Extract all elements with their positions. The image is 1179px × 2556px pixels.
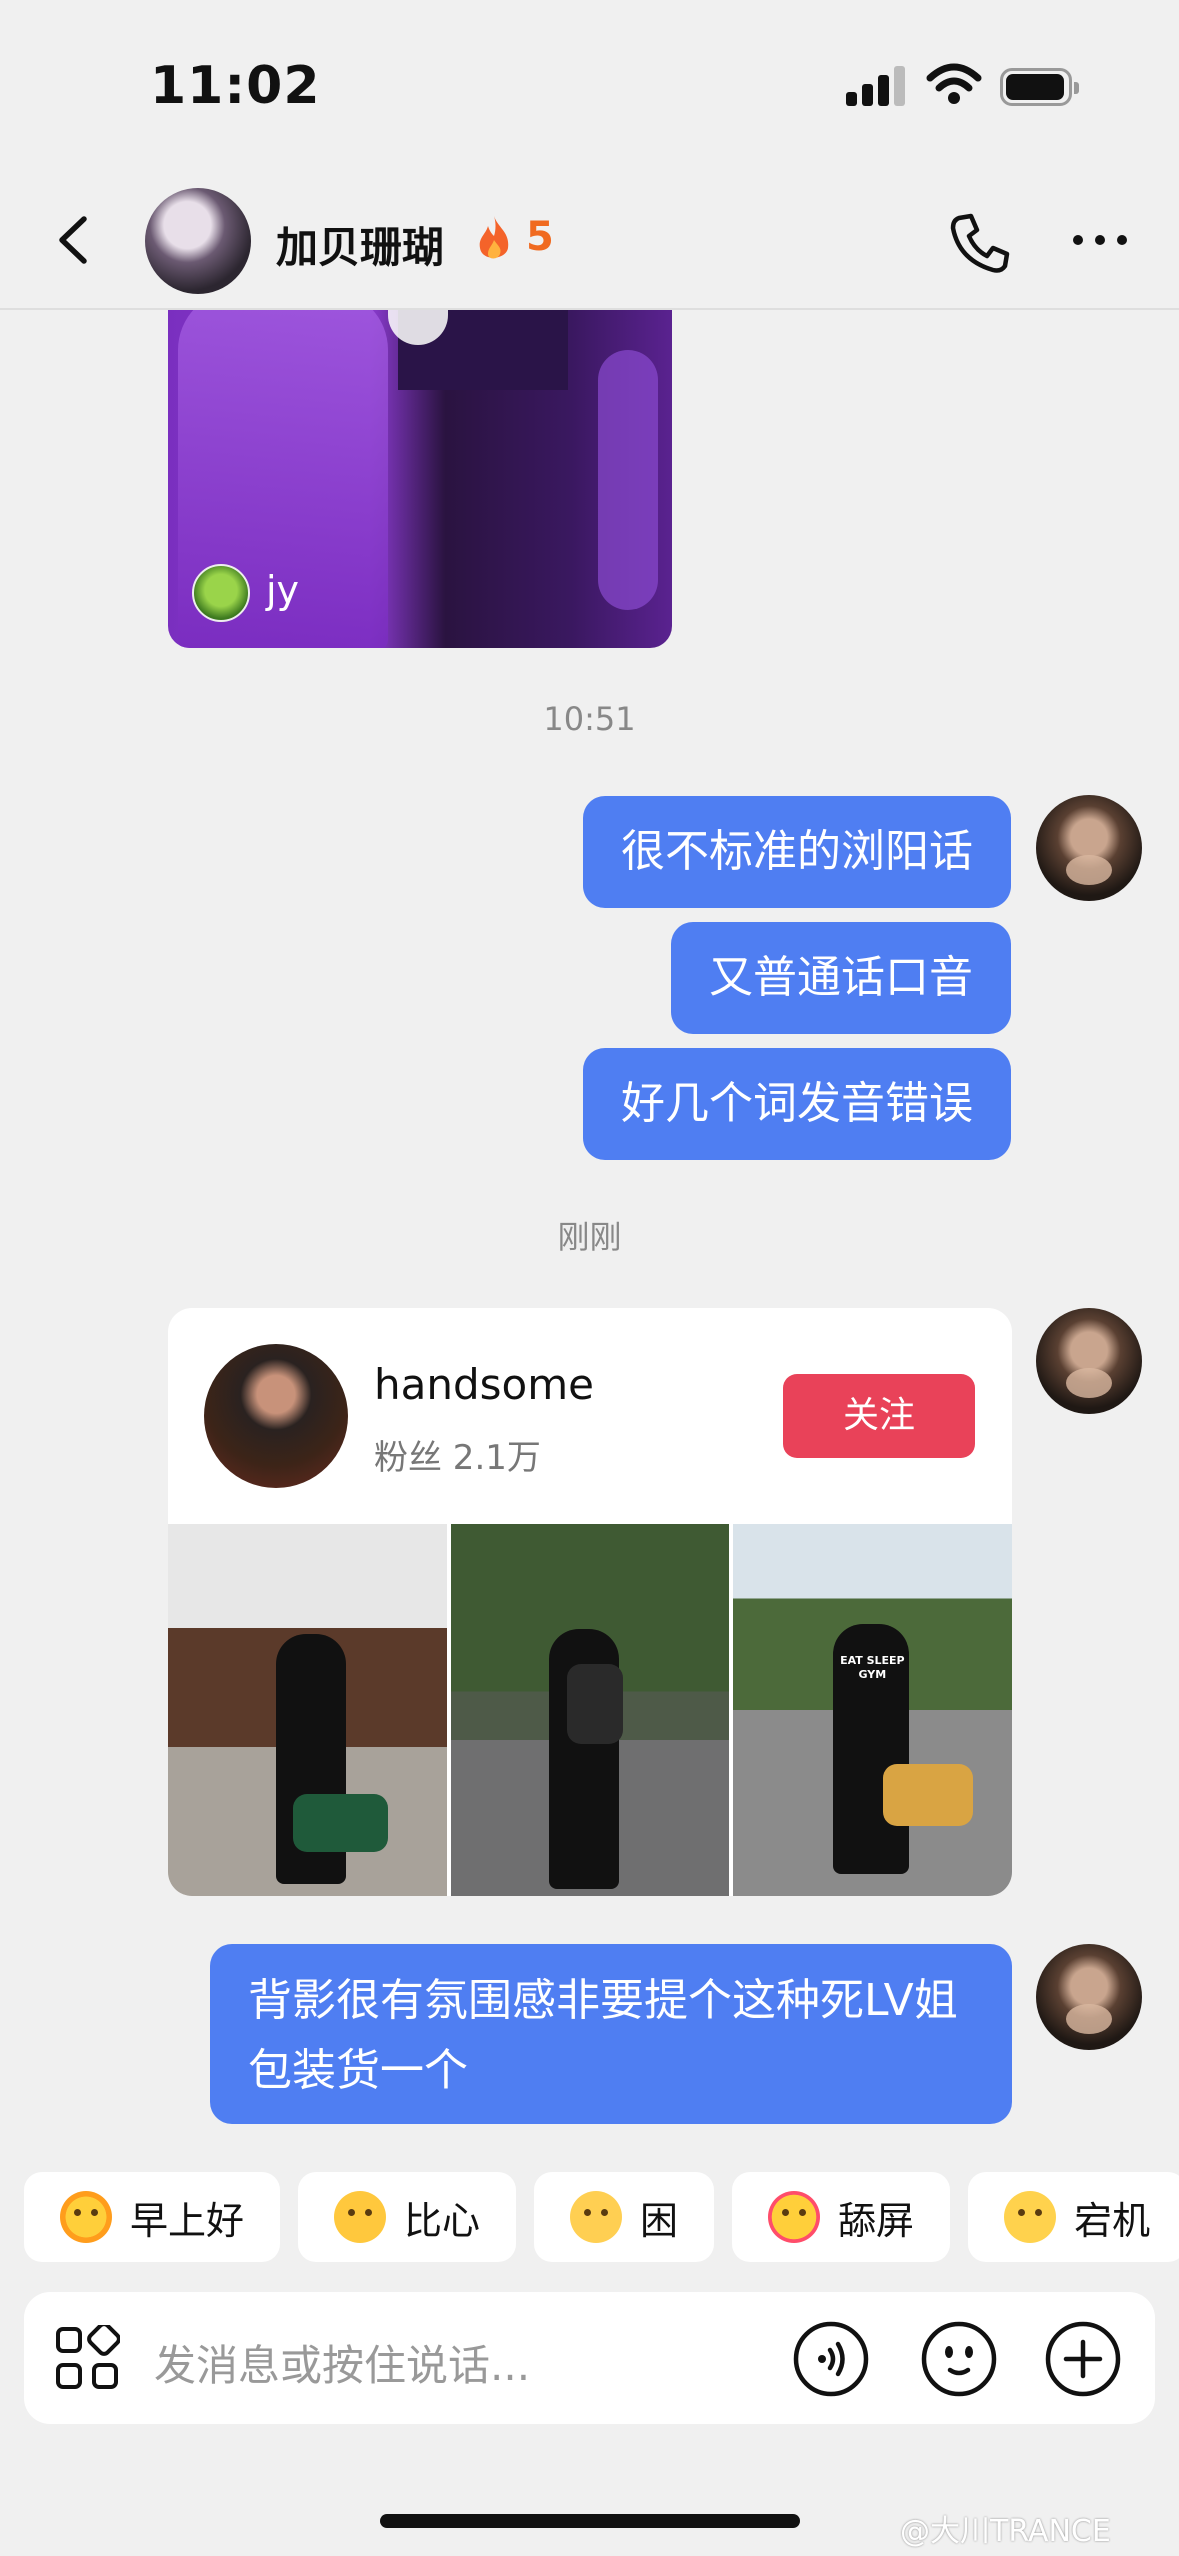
bag bbox=[293, 1794, 388, 1852]
quick-reply-label: 比心 bbox=[404, 2198, 481, 2243]
profile-photo[interactable] bbox=[450, 1524, 730, 1896]
shirt-text: EAT SLEEP GYM bbox=[840, 1654, 905, 1681]
quick-reply-chip[interactable]: 困 bbox=[534, 2172, 715, 2262]
message-input[interactable]: 发消息或按住说话... bbox=[154, 2332, 530, 2393]
timestamp: 10:51 bbox=[543, 700, 636, 738]
emoji-icon[interactable] bbox=[920, 2320, 998, 2398]
cellular-signal-icon bbox=[846, 66, 906, 106]
my-avatar[interactable] bbox=[1036, 1308, 1142, 1414]
timestamp: 刚刚 bbox=[557, 1218, 622, 1256]
wifi-icon bbox=[926, 63, 982, 104]
message-bubble[interactable]: 很不标准的浏阳话 bbox=[583, 796, 1011, 908]
quick-reply-label: 舔屏 bbox=[838, 2198, 915, 2243]
contact-name[interactable]: 加贝珊瑚 bbox=[276, 214, 444, 275]
shared-video-card[interactable]: jy bbox=[168, 310, 672, 648]
voice-icon[interactable] bbox=[792, 2320, 870, 2398]
streak-count: 5 bbox=[526, 214, 554, 260]
quick-reply-chip[interactable]: 比心 bbox=[298, 2172, 517, 2262]
video-figure bbox=[598, 350, 658, 610]
profile-photo[interactable]: EAT SLEEP GYM bbox=[733, 1524, 1012, 1896]
profile-avatar[interactable] bbox=[204, 1344, 348, 1488]
watermark: @大川TRANCE bbox=[900, 2514, 1111, 2549]
sun-face-icon bbox=[60, 2191, 112, 2243]
profile-fans-count: 粉丝 2.1万 bbox=[374, 1438, 541, 1478]
profile-photos: EAT SLEEP GYM bbox=[168, 1524, 1012, 1896]
quick-reply-chip[interactable]: 宕机 bbox=[968, 2172, 1179, 2262]
chat-header: 加贝珊瑚 5 bbox=[0, 170, 1179, 310]
profile-username: handsome bbox=[374, 1360, 594, 1409]
status-bar: 11:02 bbox=[0, 0, 1179, 170]
profile-share-card[interactable]: handsome 粉丝 2.1万 关注 EAT SLEEP GYM bbox=[168, 1308, 1012, 1896]
status-time: 11:02 bbox=[150, 56, 321, 116]
sleepy-face-icon bbox=[570, 2191, 623, 2243]
profile-photo[interactable] bbox=[168, 1524, 447, 1896]
phone-icon[interactable] bbox=[945, 208, 1015, 278]
home-indicator[interactable] bbox=[380, 2514, 800, 2528]
fire-icon bbox=[479, 216, 509, 259]
contact-avatar[interactable] bbox=[145, 188, 251, 294]
dizzy-face-icon bbox=[1004, 2191, 1057, 2243]
plus-icon[interactable] bbox=[1044, 2320, 1122, 2398]
sharer-name: jy bbox=[266, 568, 300, 612]
message-bubble[interactable]: 又普通话口音 bbox=[671, 922, 1011, 1034]
quick-reply-label: 早上好 bbox=[130, 2198, 245, 2243]
quick-reply-label: 宕机 bbox=[1074, 2198, 1151, 2243]
sharer-avatar bbox=[192, 564, 250, 622]
message-input-bar: 发消息或按住说话... bbox=[24, 2292, 1155, 2424]
apps-icon[interactable] bbox=[54, 2325, 120, 2391]
quick-reply-chip[interactable]: 舔屏 bbox=[732, 2172, 951, 2262]
heart-eyes-icon bbox=[768, 2191, 821, 2243]
my-avatar[interactable] bbox=[1036, 1944, 1142, 2050]
my-avatar[interactable] bbox=[1036, 795, 1142, 901]
backpack bbox=[566, 1664, 623, 1744]
quick-reply-label: 困 bbox=[640, 2198, 679, 2243]
heart-hand-icon bbox=[334, 2191, 387, 2243]
quick-reply-chip[interactable]: 早上好 bbox=[24, 2172, 281, 2262]
battery-icon bbox=[1000, 68, 1079, 106]
message-bubble[interactable]: 背影很有氛围感非要提个这种死LV姐包装货一个 bbox=[210, 1944, 1012, 2124]
more-icon[interactable] bbox=[1070, 225, 1130, 255]
follow-button[interactable]: 关注 bbox=[783, 1374, 975, 1458]
quick-replies: 早上好 比心 困 舔屏 宕机 bbox=[24, 2172, 1179, 2262]
back-arrow-icon[interactable] bbox=[40, 205, 110, 275]
bag bbox=[883, 1764, 974, 1826]
message-bubble[interactable]: 好几个词发音错误 bbox=[583, 1048, 1011, 1160]
